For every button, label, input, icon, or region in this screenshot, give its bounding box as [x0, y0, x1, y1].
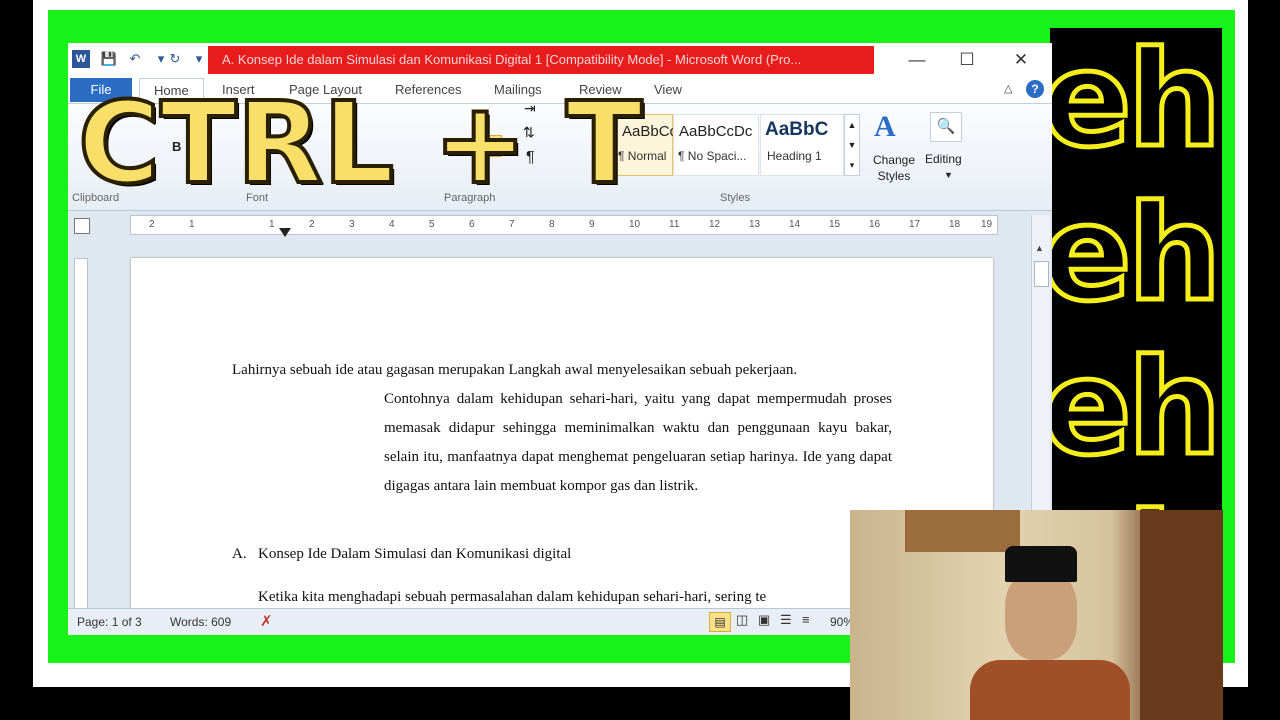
style-no-spacing-name: ¶ No Spaci...: [678, 149, 747, 163]
web-layout-icon[interactable]: ▣: [758, 612, 770, 628]
ruler-num: 15: [829, 219, 841, 230]
heading-text: Konsep Ide Dalam Simulasi dan Komunikasi…: [258, 546, 572, 562]
ruler-num: 4: [389, 219, 395, 230]
customize-qa-icon[interactable]: ▾: [190, 50, 208, 68]
ruler-num: 7: [509, 219, 515, 230]
ruler-num: 11: [669, 219, 680, 230]
paragraph-1-body: Contohnya dalam kehidupan sehari-hari, y…: [384, 391, 892, 494]
style-no-spacing-sample: AaBbCcDc: [679, 123, 753, 140]
shortcut-overlay: CTRL + T: [76, 79, 644, 209]
page-count[interactable]: Page: 1 of 3: [77, 615, 142, 629]
webcam-window: [905, 510, 1020, 552]
tab-selector-button[interactable]: [74, 218, 90, 234]
redo-icon[interactable]: ↻: [166, 50, 184, 68]
outline-icon[interactable]: ☰: [780, 612, 792, 628]
webcam-person-face: [1005, 570, 1077, 660]
editing-dropdown-icon[interactable]: ▼: [944, 170, 953, 180]
ruler-num: 9: [589, 219, 595, 230]
ruler-num: 10: [629, 219, 641, 230]
webcam-person-cap: [1005, 546, 1077, 582]
ruler-num: 3: [349, 219, 355, 230]
side-text-3: eh: [1050, 331, 1222, 485]
webcam-cabinet: [1140, 510, 1223, 720]
scroll-up-icon[interactable]: ▲: [1035, 243, 1044, 253]
scroll-thumb[interactable]: [1034, 261, 1049, 287]
window-title: A. Konsep Ide dalam Simulasi dan Komunik…: [208, 46, 874, 74]
ruler-num: 6: [469, 219, 475, 230]
ruler-num: 5: [429, 219, 435, 230]
title-bar: W 💾 ↶ ▾ ↻ ▾ A. Konsep Ide dalam Simulasi…: [68, 43, 1052, 77]
paragraph-1-first-line: Lahirnya sebuah ide atau gagasan merupak…: [232, 362, 798, 378]
vertical-ruler[interactable]: [74, 258, 88, 610]
mouse-pointer: [279, 228, 291, 237]
ruler-num: 14: [789, 219, 801, 230]
word-count[interactable]: Words: 609: [170, 615, 231, 629]
full-screen-reading-icon[interactable]: ◫: [736, 612, 748, 628]
undo-icon[interactable]: ↶: [126, 50, 144, 68]
change-styles-button[interactable]: Change Styles: [866, 152, 922, 184]
minimize-button[interactable]: —: [894, 48, 940, 72]
draft-icon[interactable]: ≡: [802, 612, 810, 627]
style-no-spacing[interactable]: AaBbCcDc ¶ No Spaci...: [673, 114, 759, 176]
ruler-num: 18: [949, 219, 961, 230]
ruler-num: 19: [981, 219, 993, 230]
word-logo-icon: W: [72, 50, 90, 68]
ruler-num: 13: [749, 219, 761, 230]
close-button[interactable]: ✕: [998, 48, 1044, 72]
ruler-num: 8: [549, 219, 555, 230]
ruler-num: 2: [309, 219, 315, 230]
style-heading-1-sample: AaBbC: [765, 119, 829, 140]
side-text-2: eh: [1050, 177, 1222, 331]
proofing-icon[interactable]: ✗: [260, 612, 273, 630]
webcam-person-shirt: [970, 660, 1130, 720]
tab-view[interactable]: View: [654, 82, 682, 97]
webcam-video: [850, 510, 1223, 720]
style-heading-1-name: Heading 1: [767, 149, 822, 163]
ruler-num: 12: [709, 219, 721, 230]
style-heading-1[interactable]: AaBbC Heading 1: [760, 114, 844, 176]
print-layout-icon[interactable]: ▤: [709, 612, 731, 632]
group-styles: Styles: [720, 192, 750, 204]
binoculars-icon[interactable]: 🔍: [930, 112, 962, 142]
styles-scroll-icon[interactable]: ▲ ▼ ▾: [844, 114, 860, 176]
side-text-1: eh: [1050, 28, 1222, 177]
change-styles-icon[interactable]: A: [874, 110, 896, 144]
ruler-num: 1: [189, 219, 195, 230]
ruler-num: 1: [269, 219, 275, 230]
ruler-num: 16: [869, 219, 881, 230]
ruler-num: 2: [149, 219, 155, 230]
save-icon[interactable]: 💾: [100, 50, 118, 68]
ruler-num: 17: [909, 219, 921, 230]
heading-marker: A.: [232, 546, 247, 562]
editing-button[interactable]: Editing: [925, 152, 962, 166]
minimize-ribbon-icon[interactable]: △: [1004, 82, 1012, 95]
horizontal-ruler[interactable]: 2 1 1 2 3 4 5 6 7 8 9 10 11 12 13 14 15 …: [130, 215, 998, 235]
maximize-button[interactable]: ☐: [944, 48, 990, 72]
help-icon[interactable]: ?: [1026, 80, 1044, 98]
